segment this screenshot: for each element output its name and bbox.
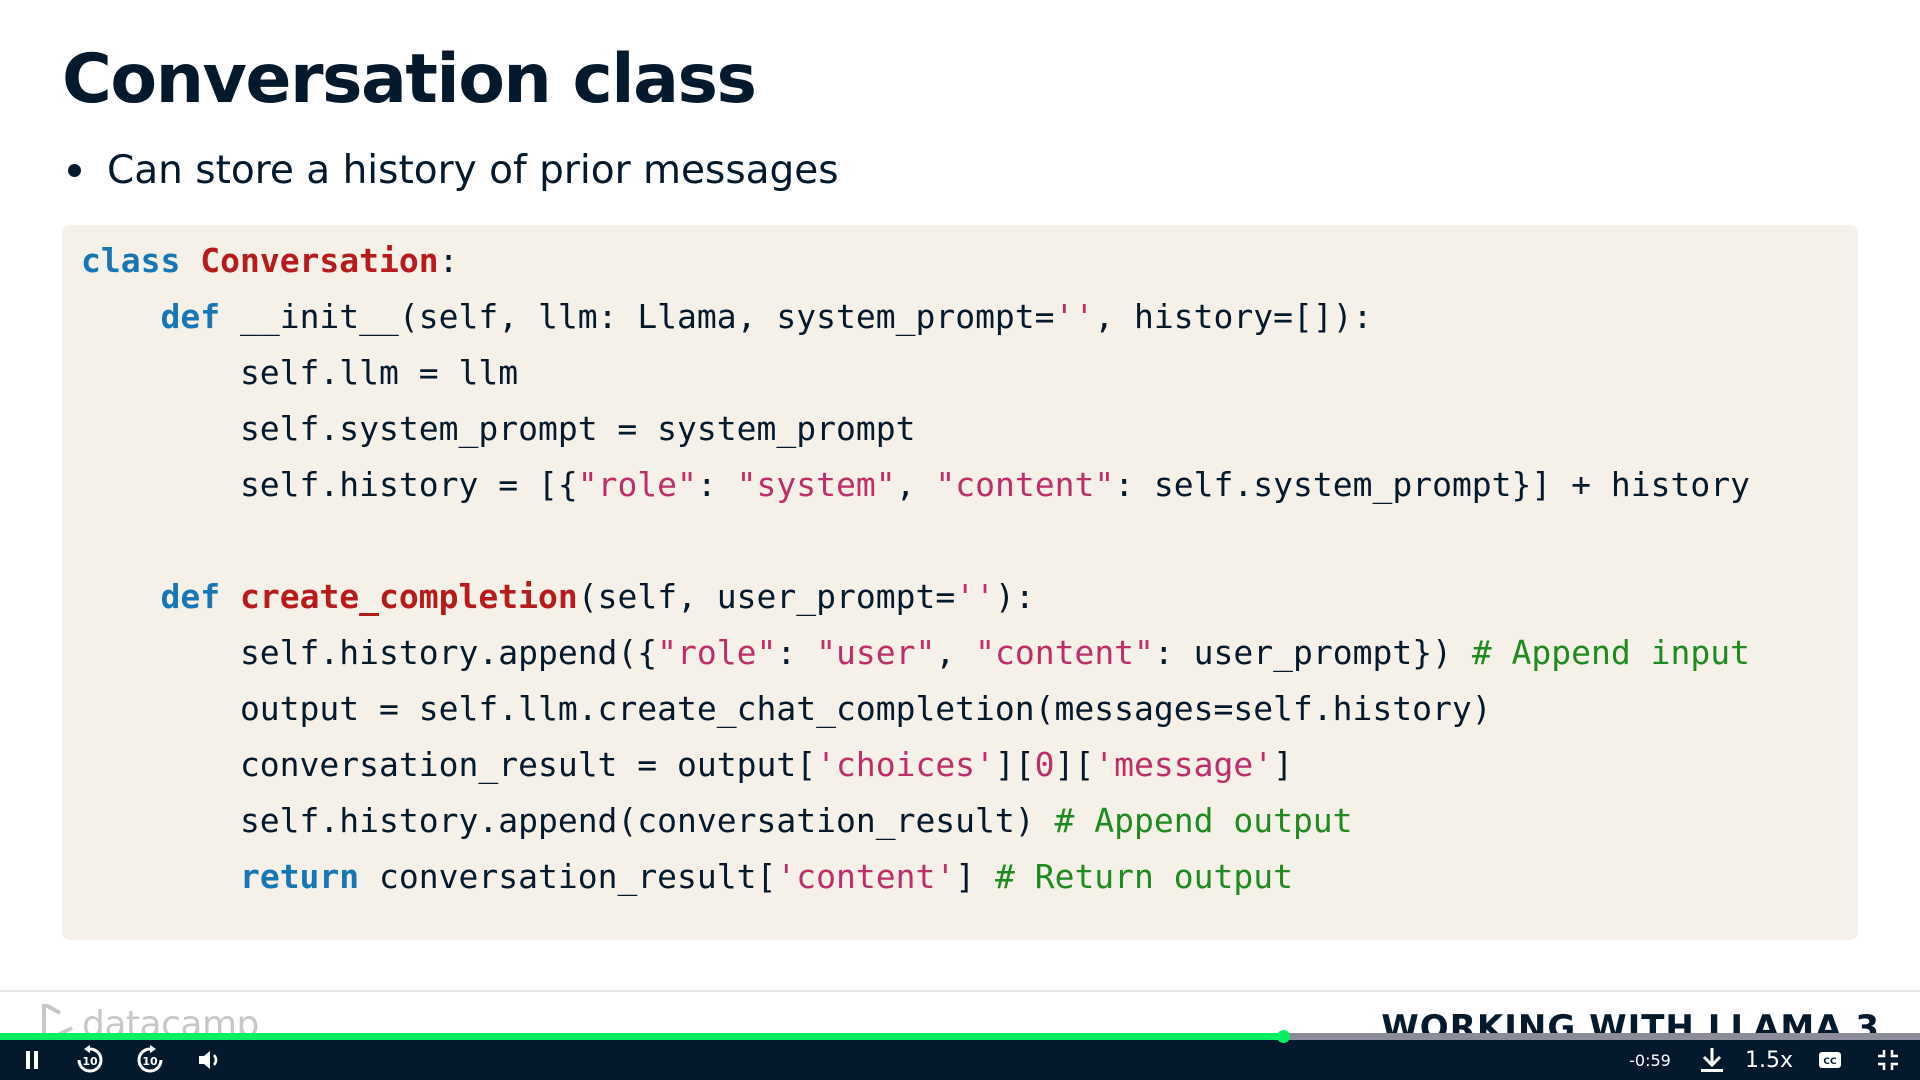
captions-icon: CC [1819,1052,1841,1068]
code-line: def __init__(self, llm: Llama, system_pr… [81,293,1372,341]
code-token: output = self.llm.create_chat_completion… [81,689,1492,728]
volume-button[interactable] [192,1040,228,1080]
code-token: Conversation [200,241,439,280]
rewind-seconds-label: 10 [82,1055,98,1068]
code-token: def [160,297,221,336]
speed-button[interactable]: 1.5x [1742,1040,1796,1080]
code-token: '' [1054,297,1095,336]
code-line: output = self.llm.create_chat_completion… [81,685,1492,733]
code-token: ] [955,857,995,896]
bullet-item: Can store a history of prior messages [68,148,839,193]
code-line: self.llm = llm [81,349,518,397]
code-line: return conversation_result['content'] # … [81,853,1293,901]
code-token: self.llm = llm [81,353,519,392]
svg-text:CC: CC [1823,1057,1837,1067]
exit-fullscreen-button[interactable] [1870,1040,1906,1080]
footer-divider [0,990,1920,992]
code-token: (self, user_prompt= [577,577,956,616]
code-token: return [239,857,360,896]
slide-title: Conversation class [62,40,757,119]
captions-button[interactable]: CC [1812,1040,1848,1080]
code-token: __init__(self, llm: Llama, system_prompt… [220,297,1055,336]
forward-seconds-label: 10 [142,1055,158,1068]
code-token: "user" [816,633,936,672]
code-token: self.history.append(conversation_result) [81,801,1055,840]
code-token: : self.system_prompt}] + history [1114,465,1750,504]
progress-fill [0,1033,1283,1040]
bullet-text: Can store a history of prior messages [107,148,839,193]
download-button[interactable] [1694,1040,1730,1080]
code-token: # Return output [994,857,1293,896]
code-line: self.history = [{"role": "system", "cont… [81,461,1750,509]
code-token: "role" [657,633,777,672]
code-token: "content" [975,633,1154,672]
code-token: create_completion [239,577,578,616]
code-block: class Conversation: def __init__(self, l… [62,225,1858,940]
code-token: "system" [736,465,896,504]
code-token: : [696,465,737,504]
code-token: , [895,465,936,504]
code-token: "role" [577,465,697,504]
code-token: conversation_result = output[ [81,745,817,784]
forward-10-icon: 10 [137,1045,163,1073]
code-token: # Append input [1471,633,1750,672]
code-token: 'message' [1094,745,1274,784]
download-icon [1701,1048,1723,1072]
rewind-button[interactable]: 10 [72,1040,108,1080]
code-token: : user_prompt}) [1153,633,1472,672]
code-token: def [160,577,221,616]
code-token: class [81,241,181,280]
code-line: self.history.append(conversation_result)… [81,797,1353,845]
code-token: , [935,633,976,672]
code-token: ][ [994,745,1035,784]
exit-fullscreen-icon [1878,1050,1898,1070]
code-line: class Conversation: [81,237,459,285]
time-remaining-label: -0:59 [1629,1050,1671,1070]
code-token: : [776,633,817,672]
code-token: conversation_result[ [359,857,777,896]
code-token: ): [994,577,1035,616]
rewind-10-icon: 10 [77,1045,103,1073]
code-token: self.system_prompt = system_prompt [81,409,916,448]
code-line: self.system_prompt = system_prompt [81,405,916,453]
code-token: 0 [1034,745,1055,784]
code-line: def create_completion(self, user_prompt=… [81,573,1035,621]
code-line: self.history.append({"role": "user", "co… [81,629,1750,677]
progress-bar[interactable] [0,1030,1920,1043]
code-token: 'choices' [816,745,995,784]
code-token: : [438,241,459,280]
code-token: 'content' [776,857,956,896]
bullet-dot [68,164,81,177]
code-token: "content" [935,465,1115,504]
code-token: self.history = [{ [81,465,578,504]
code-line: conversation_result = output['choices'][… [81,741,1293,789]
forward-button[interactable]: 10 [132,1040,168,1080]
code-token: '' [955,577,995,616]
code-token: # Append output [1054,801,1353,840]
time-remaining: -0:59 [1610,1040,1690,1080]
pause-button[interactable] [14,1040,50,1080]
code-token: ] [1273,745,1293,784]
speed-label: 1.5x [1744,1047,1793,1073]
code-token: ][ [1054,745,1095,784]
code-token: , history=[]): [1094,297,1373,336]
volume-icon [199,1051,218,1069]
code-token: self.history.append({ [81,633,658,672]
progress-handle[interactable] [1276,1030,1290,1043]
pause-icon [26,1051,38,1069]
